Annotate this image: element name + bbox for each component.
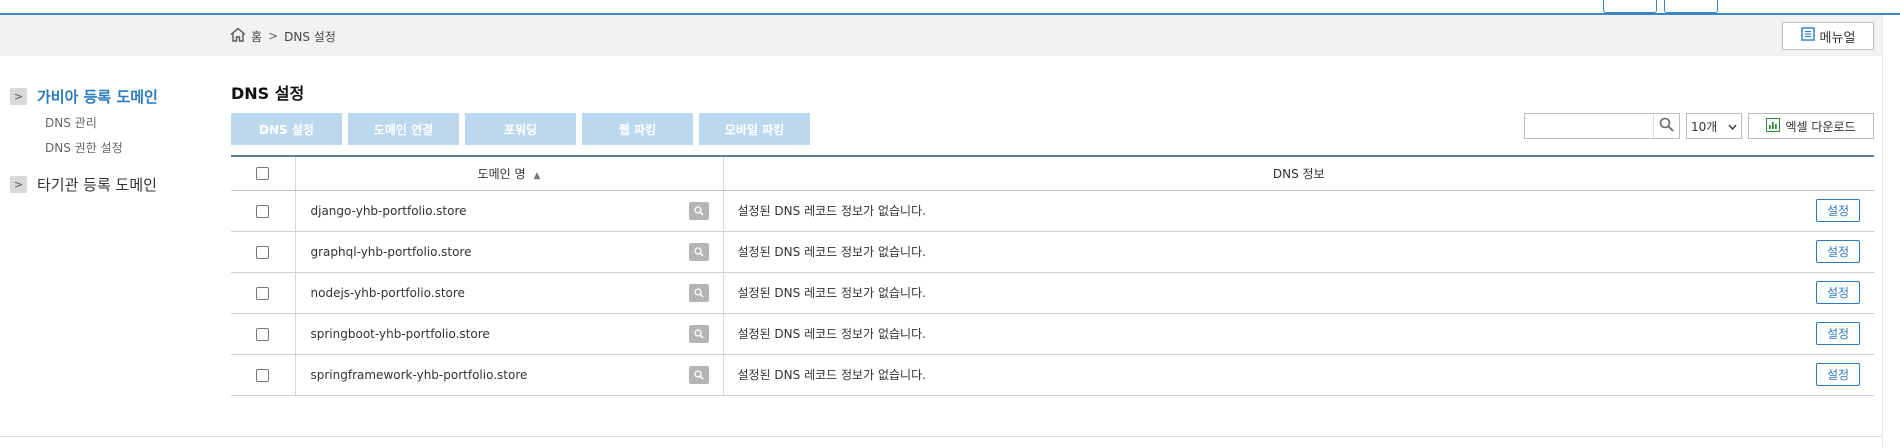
page-size-select[interactable]: 10개: [1686, 113, 1742, 139]
settings-button[interactable]: 설정: [1816, 322, 1860, 345]
main-content: DNS 설정 DNS 설정 도메인 연결 포워딩 웹 파킹 모바일 파킹 10개: [231, 80, 1874, 396]
magnifier-icon[interactable]: [688, 365, 709, 384]
sidebar-group-label: 타기관 등록 도메인: [37, 176, 157, 194]
magnifier-icon[interactable]: [688, 242, 709, 261]
settings-button[interactable]: 설정: [1816, 363, 1860, 386]
domain-cell: springboot-yhb-portfolio.store: [295, 313, 724, 355]
page-title: DNS 설정: [231, 84, 305, 103]
tab-web-parking[interactable]: 웹 파킹: [582, 113, 693, 145]
dns-info-text: 설정된 DNS 레코드 정보가 없습니다.: [737, 286, 926, 300]
dns-info-text: 설정된 DNS 레코드 정보가 없습니다.: [737, 204, 926, 218]
settings-button[interactable]: 설정: [1816, 240, 1860, 263]
domain-name: springboot-yhb-portfolio.store: [310, 326, 490, 341]
domain-cell: django-yhb-portfolio.store: [295, 190, 724, 232]
tab-mobile-parking[interactable]: 모바일 파킹: [699, 113, 810, 145]
header-dns-info: DNS 정보: [723, 157, 1874, 191]
top-button-left[interactable]: [1603, 0, 1657, 13]
page-size-value: 10개: [1691, 119, 1718, 134]
settings-button[interactable]: 설정: [1816, 199, 1860, 222]
magnifier-icon[interactable]: [688, 201, 709, 220]
domain-cell: graphql-yhb-portfolio.store: [295, 231, 724, 273]
search-button[interactable]: [1653, 114, 1679, 138]
dns-info-cell: 설정된 DNS 레코드 정보가 없습니다. 설정: [723, 190, 1874, 232]
table-row: springboot-yhb-portfolio.store 설정된 DNS 레…: [231, 313, 1874, 355]
sort-up-icon[interactable]: ▲: [534, 171, 541, 181]
row-check-cell: [231, 190, 296, 232]
row-checkbox[interactable]: [256, 245, 270, 259]
header-domain[interactable]: 도메인 명 ▲: [295, 157, 724, 191]
breadcrumb-separator: >: [268, 29, 279, 43]
chevron-right-icon: >: [10, 176, 27, 193]
home-icon[interactable]: [230, 27, 251, 45]
row-checkbox[interactable]: [256, 204, 270, 218]
sidebar-group-label: 가비아 등록 도메인: [37, 88, 158, 106]
top-button-right[interactable]: [1664, 0, 1718, 13]
dns-info-text: 설정된 DNS 레코드 정보가 없습니다.: [737, 327, 926, 341]
manual-button[interactable]: 메뉴얼: [1782, 22, 1874, 50]
table-header-row: 도메인 명 ▲ DNS 정보: [231, 157, 1874, 191]
header-select-all: [231, 157, 296, 191]
domain-name: graphql-yhb-portfolio.store: [310, 244, 472, 259]
search-box: [1524, 113, 1680, 139]
sidebar-item-dns-manage[interactable]: DNS 관리: [45, 114, 210, 131]
table-row: django-yhb-portfolio.store 설정된 DNS 레코드 정…: [231, 190, 1874, 232]
domain-cell: springframework-yhb-portfolio.store: [295, 354, 724, 396]
excel-download-button[interactable]: 엑셀 다운로드: [1748, 113, 1874, 139]
table-row: nodejs-yhb-portfolio.store 설정된 DNS 레코드 정…: [231, 272, 1874, 314]
breadcrumb: 홈 > DNS 설정: [230, 27, 336, 45]
chevron-right-icon: >: [10, 88, 27, 105]
row-checkbox[interactable]: [256, 327, 270, 341]
sidebar-group-gabia[interactable]: > 가비아 등록 도메인: [10, 86, 210, 107]
row-checkbox[interactable]: [256, 286, 270, 300]
dns-info-text: 설정된 DNS 레코드 정보가 없습니다.: [737, 245, 926, 259]
excel-icon: [1766, 117, 1785, 135]
row-checkbox[interactable]: [256, 368, 270, 382]
row-check-cell: [231, 231, 296, 273]
vertical-scrollbar[interactable]: [1882, 15, 1900, 448]
sidebar-group-other[interactable]: > 타기관 등록 도메인: [10, 174, 210, 195]
breadcrumb-bar: 홈 > DNS 설정 메뉴얼: [0, 15, 1900, 56]
tab-bar: DNS 설정 도메인 연결 포워딩 웹 파킹 모바일 파킹: [231, 113, 810, 145]
domain-name: django-yhb-portfolio.store: [310, 203, 467, 218]
table-row: springframework-yhb-portfolio.store 설정된 …: [231, 354, 1874, 396]
excel-download-label: 엑셀 다운로드: [1785, 119, 1856, 134]
manual-button-label: 메뉴얼: [1819, 30, 1856, 46]
tab-dns-settings[interactable]: DNS 설정: [231, 113, 342, 145]
domain-name: springframework-yhb-portfolio.store: [310, 367, 528, 382]
footer-divider: [0, 436, 1882, 437]
row-check-cell: [231, 354, 296, 396]
domain-name: nodejs-yhb-portfolio.store: [310, 285, 465, 300]
toolbar: 10개 엑셀 다운로드: [1524, 113, 1874, 139]
domain-cell: nodejs-yhb-portfolio.store: [295, 272, 724, 314]
breadcrumb-home[interactable]: 홈: [251, 28, 262, 45]
dns-info-cell: 설정된 DNS 레코드 정보가 없습니다. 설정: [723, 231, 1874, 273]
header-domain-label: 도메인 명: [477, 166, 526, 181]
sidebar: > 가비아 등록 도메인 DNS 관리 DNS 권한 설정 > 타기관 등록 도…: [10, 86, 210, 195]
breadcrumb-current: DNS 설정: [284, 29, 336, 44]
dns-info-text: 설정된 DNS 레코드 정보가 없습니다.: [737, 368, 926, 382]
search-icon: [1659, 117, 1674, 136]
magnifier-icon[interactable]: [688, 324, 709, 343]
domain-table: 도메인 명 ▲ DNS 정보 django-yhb-portfolio.store…: [231, 155, 1874, 396]
row-check-cell: [231, 272, 296, 314]
magnifier-icon[interactable]: [688, 283, 709, 302]
tab-domain-connect[interactable]: 도메인 연결: [348, 113, 459, 145]
row-check-cell: [231, 313, 296, 355]
dns-info-cell: 설정된 DNS 레코드 정보가 없습니다. 설정: [723, 354, 1874, 396]
document-icon: [1800, 27, 1820, 45]
dns-info-cell: 설정된 DNS 레코드 정보가 없습니다. 설정: [723, 313, 1874, 355]
table-row: graphql-yhb-portfolio.store 설정된 DNS 레코드 …: [231, 231, 1874, 273]
select-all-checkbox[interactable]: [256, 167, 270, 181]
chevron-down-icon: [1728, 119, 1737, 133]
sidebar-item-dns-permission[interactable]: DNS 권한 설정: [45, 139, 210, 156]
dns-info-cell: 설정된 DNS 레코드 정보가 없습니다. 설정: [723, 272, 1874, 314]
search-input[interactable]: [1525, 114, 1653, 138]
top-strip: [0, 0, 1900, 15]
settings-button[interactable]: 설정: [1816, 281, 1860, 304]
tab-forwarding[interactable]: 포워딩: [465, 113, 576, 145]
